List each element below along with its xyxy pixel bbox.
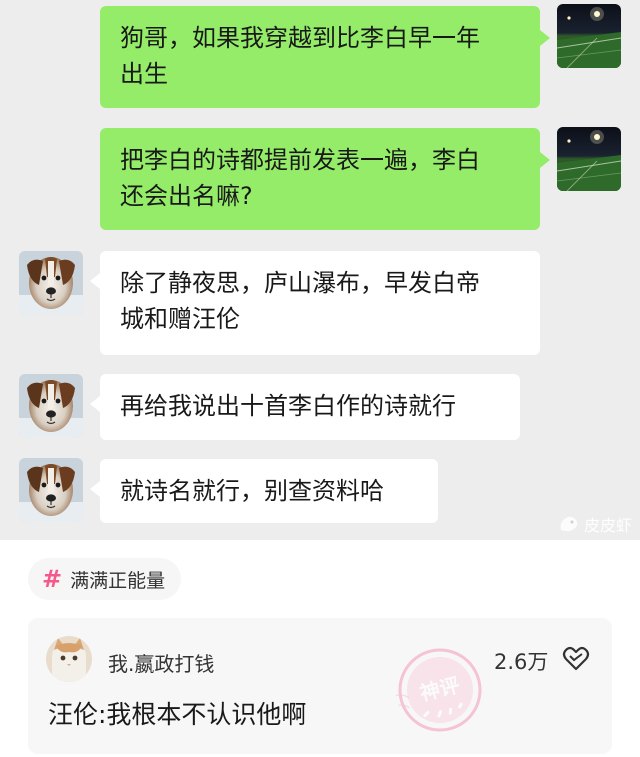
watermark-logo-icon	[560, 516, 578, 532]
message-text-line: 除了静夜思，庐山瀑布，早发白帝	[120, 269, 480, 297]
message-text-line: 还会出名嘛?	[120, 182, 253, 210]
chat-message-bubble: 把李白的诗都提前发表一遍，李白 还会出名嘛?	[100, 128, 550, 230]
watermark-text: 皮皮虾	[583, 516, 632, 535]
god-comment-stamp-icon: 神评	[386, 648, 482, 732]
field-avatar-icon[interactable]	[557, 4, 621, 68]
chat-message-bubble: 再给我说出十首李白作的诗就行	[90, 374, 520, 440]
comment-username[interactable]: 我.嬴政打钱	[108, 648, 214, 677]
message-text-line: 城和赠汪伦	[120, 305, 240, 333]
message-text-line: 狗哥，如果我穿越到比李白早一年	[120, 24, 480, 52]
message-text-line: 出生	[120, 60, 168, 88]
topic-tag[interactable]: # 满满正能量	[28, 558, 182, 600]
dog-avatar-icon[interactable]	[19, 374, 83, 438]
comment-text: 汪伦:我根本不认识他啊	[48, 700, 307, 729]
field-avatar-icon[interactable]	[557, 127, 621, 191]
message-text: 就诗名就行，别查资料哈	[120, 477, 384, 505]
chat-message-bubble: 就诗名就行，别查资料哈	[90, 459, 438, 523]
dog-avatar-icon[interactable]	[19, 251, 83, 315]
chat-screenshot: 狗哥，如果我穿越到比李白早一年 出生 把李白的诗都提前发表一遍，李白 还会出名嘛…	[0, 0, 640, 540]
hash-icon: #	[42, 565, 63, 593]
chat-message-bubble: 狗哥，如果我穿越到比李白早一年 出生	[100, 6, 550, 108]
message-text: 再给我说出十首李白作的诗就行	[120, 392, 456, 420]
message-text-line: 把李白的诗都提前发表一遍，李白	[120, 146, 480, 174]
chat-message-bubble: 除了静夜思，庐山瀑布，早发白帝 城和赠汪伦	[90, 251, 540, 355]
watermark: 皮皮虾	[558, 512, 632, 536]
like-heart-icon[interactable]	[562, 646, 590, 672]
like-count: 2.6万	[494, 650, 549, 674]
cat-avatar-icon[interactable]	[46, 636, 92, 682]
topic-tag-label: 满满正能量	[70, 569, 166, 592]
top-comment-card[interactable]: 我.嬴政打钱 神评 2.6万 汪伦:我根本不认识他啊	[28, 618, 612, 754]
dog-avatar-icon[interactable]	[19, 458, 83, 522]
